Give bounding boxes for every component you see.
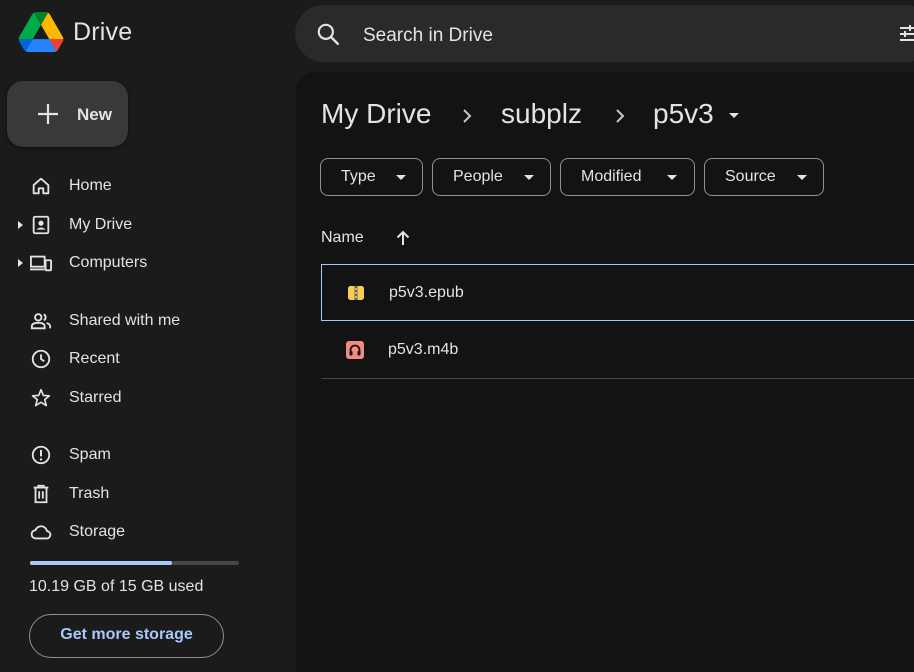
file-name: p5v3.m4b bbox=[388, 341, 459, 358]
sidebar-item-label: Spam bbox=[69, 446, 111, 463]
computers-icon bbox=[30, 255, 52, 272]
file-name: p5v3.epub bbox=[389, 284, 464, 301]
storage-progress-fill bbox=[30, 561, 172, 565]
column-header-name[interactable]: Name bbox=[321, 229, 364, 247]
sidebar-item-label: Recent bbox=[69, 350, 120, 367]
sidebar-item-starred[interactable]: Starred bbox=[0, 380, 280, 416]
sidebar-item-my-drive[interactable]: My Drive bbox=[0, 207, 280, 243]
search-icon[interactable] bbox=[315, 21, 341, 47]
search-input[interactable]: Search in Drive bbox=[363, 25, 493, 47]
cloud-icon bbox=[30, 525, 52, 540]
get-more-storage-button[interactable]: Get more storage bbox=[29, 614, 224, 658]
dropdown-arrow-icon bbox=[396, 175, 406, 180]
dropdown-arrow-icon bbox=[797, 175, 807, 180]
filter-source-chip[interactable]: Source bbox=[704, 158, 824, 196]
drive-logo-icon bbox=[18, 12, 64, 52]
breadcrumb-my-drive[interactable]: My Drive bbox=[321, 98, 431, 130]
sidebar-item-trash[interactable]: Trash bbox=[0, 476, 280, 512]
sidebar-item-label: Starred bbox=[69, 389, 122, 406]
filter-chip-label: Type bbox=[341, 168, 376, 185]
filter-chip-label: People bbox=[453, 168, 503, 185]
file-row-selected[interactable]: p5v3.epub bbox=[321, 264, 914, 321]
expand-caret-icon[interactable] bbox=[17, 220, 24, 230]
home-icon bbox=[32, 177, 50, 195]
folder-menu-dropdown-icon[interactable] bbox=[728, 112, 740, 120]
breadcrumb-subplz[interactable]: subplz bbox=[501, 98, 582, 130]
dropdown-arrow-icon bbox=[524, 175, 534, 180]
dropdown-arrow-icon bbox=[667, 175, 677, 180]
breadcrumb-current-folder[interactable]: p5v3 bbox=[653, 98, 714, 130]
new-button[interactable]: New bbox=[7, 81, 128, 147]
sidebar-item-label: Computers bbox=[69, 254, 148, 271]
drive-logo[interactable]: Drive bbox=[18, 12, 132, 52]
audio-file-icon bbox=[346, 341, 364, 359]
search-options-icon[interactable] bbox=[900, 25, 914, 43]
plus-icon bbox=[38, 104, 58, 124]
trash-icon bbox=[33, 484, 49, 504]
file-row[interactable]: p5v3.m4b bbox=[321, 322, 914, 379]
sidebar-item-label: Storage bbox=[69, 523, 126, 540]
sidebar-item-spam[interactable]: Spam bbox=[0, 437, 280, 473]
filter-chip-label: Modified bbox=[581, 168, 642, 185]
clock-icon bbox=[31, 349, 51, 369]
new-button-label: New bbox=[77, 105, 112, 124]
my-drive-icon bbox=[32, 215, 50, 235]
sort-ascending-icon[interactable] bbox=[394, 229, 412, 247]
sidebar-item-computers[interactable]: Computers bbox=[0, 245, 280, 281]
sidebar-item-label: My Drive bbox=[69, 216, 133, 233]
app-name: Drive bbox=[73, 17, 133, 46]
people-icon bbox=[30, 313, 52, 330]
storage-usage-text: 10.19 GB of 15 GB used bbox=[29, 578, 204, 595]
filter-people-chip[interactable]: People bbox=[432, 158, 551, 196]
search-bar[interactable]: Search in Drive bbox=[295, 5, 914, 62]
chevron-right-icon bbox=[616, 109, 625, 123]
sidebar-item-recent[interactable]: Recent bbox=[0, 341, 280, 377]
expand-caret-icon[interactable] bbox=[17, 258, 24, 268]
sidebar-item-label: Shared with me bbox=[69, 312, 181, 329]
spam-icon bbox=[31, 445, 51, 465]
star-icon bbox=[31, 388, 51, 407]
filter-modified-chip[interactable]: Modified bbox=[560, 158, 695, 196]
chevron-right-icon bbox=[463, 109, 472, 123]
sidebar-item-home[interactable]: Home bbox=[0, 168, 280, 204]
filter-type-chip[interactable]: Type bbox=[320, 158, 423, 196]
sidebar-item-label: Home bbox=[69, 177, 112, 194]
archive-file-icon bbox=[348, 286, 364, 300]
sidebar-item-label: Trash bbox=[69, 485, 110, 502]
storage-progress-bar bbox=[30, 561, 239, 565]
sidebar-item-shared-with-me[interactable]: Shared with me bbox=[0, 303, 280, 339]
sidebar-item-storage[interactable]: Storage bbox=[0, 514, 280, 550]
filter-chip-label: Source bbox=[725, 168, 776, 185]
